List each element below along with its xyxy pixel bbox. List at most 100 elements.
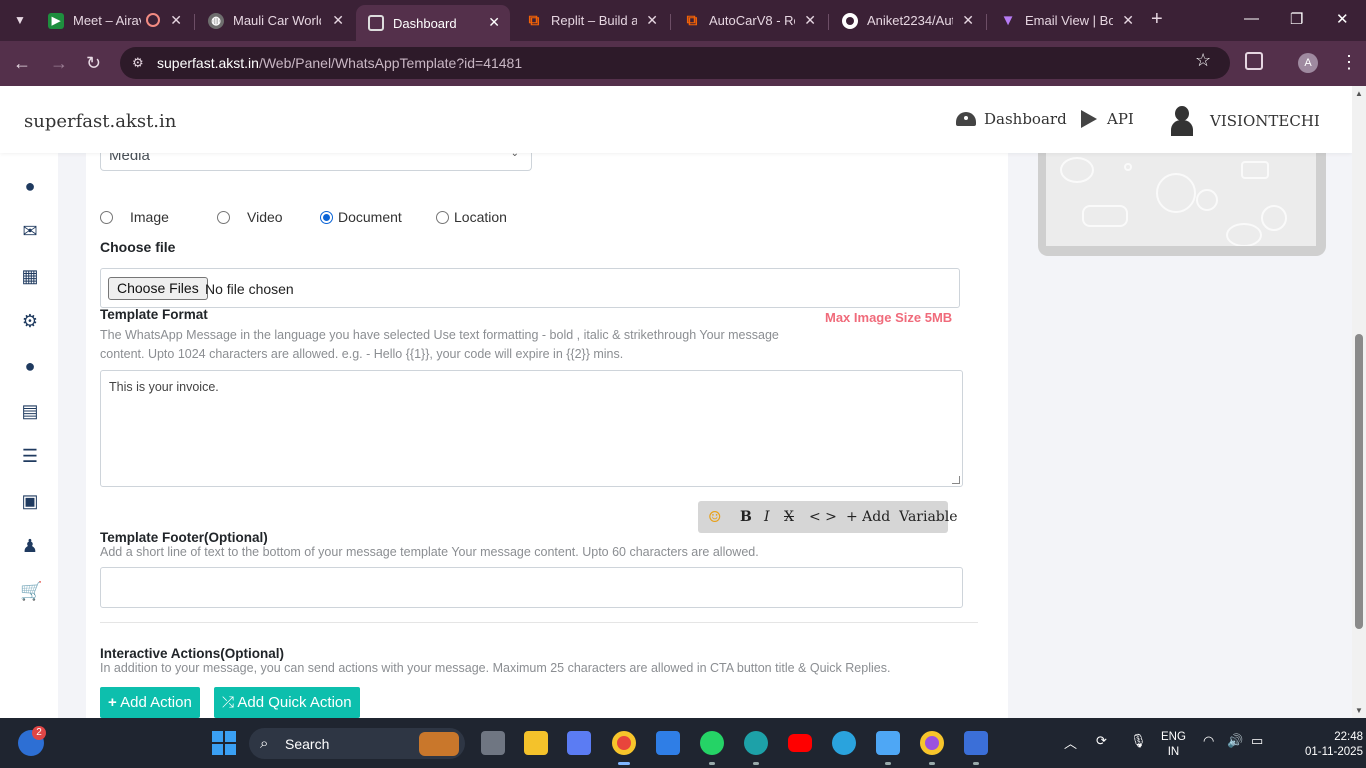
user-icon[interactable]: ● xyxy=(20,177,40,195)
template-footer-input[interactable] xyxy=(100,567,963,608)
close-tab-icon[interactable]: ✕ xyxy=(646,12,658,29)
new-tab-icon[interactable]: + xyxy=(1151,9,1163,29)
list-icon[interactable]: ☰ xyxy=(20,447,40,465)
user-name: VISIONTECHI xyxy=(1210,112,1320,130)
bold-button[interactable]: B xyxy=(740,509,752,525)
microphone-icon[interactable]: 🎙 xyxy=(1130,733,1147,749)
scroll-down-arrow-icon[interactable]: ▼ xyxy=(1355,706,1363,715)
building-icon[interactable]: ▦ xyxy=(20,267,40,285)
back-arrow-icon[interactable]: ← xyxy=(13,53,31,74)
profile-avatar[interactable]: A xyxy=(1298,53,1318,73)
chrome-icon[interactable] xyxy=(612,731,636,755)
close-tab-icon[interactable]: ✕ xyxy=(1122,12,1134,29)
show-hidden-icons-chevron-icon[interactable]: ︿ xyxy=(1064,733,1077,752)
forward-arrow-icon[interactable]: → xyxy=(50,53,68,74)
radio-circle[interactable] xyxy=(436,210,449,224)
sync-icon[interactable]: ⟳ xyxy=(1096,733,1107,749)
tab-github[interactable]: Aniket2234/Auto ✕ xyxy=(830,6,984,35)
page-scrollbar[interactable]: ▲ ▼ xyxy=(1352,86,1366,718)
tab-dashboard[interactable]: Dashboard ✕ xyxy=(356,5,510,41)
battery-icon[interactable]: ▭ xyxy=(1251,733,1263,749)
tab-separator xyxy=(194,14,195,30)
microsoft-store-icon[interactable] xyxy=(656,731,680,755)
scroll-up-arrow-icon[interactable]: ▲ xyxy=(1355,89,1363,98)
close-window-icon[interactable]: ✕ xyxy=(1336,10,1349,28)
clock-date: 01-11-2025 xyxy=(1305,746,1363,758)
template-body-textarea[interactable]: This is your invoice. xyxy=(100,370,963,487)
tab-autocarv8[interactable]: ⧉ AutoCarV8 - Rep ✕ xyxy=(672,6,826,35)
bookmark-star-icon[interactable]: ☆ xyxy=(1195,50,1211,71)
add-quick-action-label: Add Quick Action xyxy=(237,694,352,711)
italic-button[interactable]: I xyxy=(764,509,770,525)
chrome-profile-icon[interactable] xyxy=(920,731,944,755)
radio-circle-checked[interactable] xyxy=(320,210,333,224)
system-clock[interactable]: 22:48 01-11-2025 xyxy=(1305,730,1363,760)
nav-api-label: API xyxy=(1107,110,1134,128)
telegram-icon[interactable] xyxy=(832,731,856,755)
brand-logo-text[interactable]: superfast.akst.in xyxy=(24,111,176,132)
close-tab-icon[interactable]: ✕ xyxy=(488,14,500,31)
choose-files-button[interactable]: Choose Files xyxy=(108,277,208,300)
file-status: No file chosen xyxy=(205,281,294,297)
windows-start-icon[interactable] xyxy=(212,731,236,755)
task-view-icon[interactable] xyxy=(481,731,505,755)
resize-handle[interactable] xyxy=(952,476,960,484)
users-icon[interactable]: ● xyxy=(20,357,40,375)
shopping-cart-icon[interactable]: 🛒 xyxy=(20,582,42,600)
radio-location[interactable]: Location xyxy=(436,209,507,225)
add-action-button[interactable]: + Add Action xyxy=(100,687,200,718)
browser-menu-icon[interactable]: ⋮ xyxy=(1340,52,1358,73)
whatsapp-icon[interactable] xyxy=(700,731,724,755)
language-indicator[interactable]: ENG IN xyxy=(1161,730,1186,760)
notepad-icon[interactable] xyxy=(876,731,900,755)
minimize-icon[interactable]: — xyxy=(1244,10,1259,27)
close-tab-icon[interactable]: ✕ xyxy=(962,12,974,29)
tab-search-chevron-icon[interactable]: ▼ xyxy=(8,8,32,32)
copilot-icon[interactable] xyxy=(567,731,591,755)
user-tie-icon[interactable]: ♟ xyxy=(20,537,40,555)
tab-mauli-car-world[interactable]: ◍ Mauli Car World ✕ xyxy=(196,6,354,35)
radio-circle[interactable] xyxy=(100,210,113,224)
remote-desktop-icon[interactable] xyxy=(964,731,988,755)
radio-video[interactable]: Video xyxy=(217,209,283,225)
play-icon xyxy=(1081,110,1097,128)
address-bar[interactable]: ⚙ superfast.akst.in/Web/Panel/WhatsAppTe… xyxy=(120,47,1230,79)
close-tab-icon[interactable]: ✕ xyxy=(804,12,816,29)
wifi-icon[interactable]: ◠ xyxy=(1203,733,1214,749)
nav-api-link[interactable]: API xyxy=(1081,110,1134,128)
edge-icon[interactable] xyxy=(744,731,768,755)
site-settings-icon[interactable]: ⚙ xyxy=(132,55,148,71)
file-input[interactable]: Choose Files No file chosen xyxy=(100,268,960,308)
running-app-indicator xyxy=(929,762,935,765)
add-quick-action-button[interactable]: ⤮ Add Quick Action xyxy=(214,687,360,718)
extensions-icon[interactable] xyxy=(1245,52,1263,70)
replit-icon: ⧉ xyxy=(686,12,698,29)
restore-icon[interactable]: ❐ xyxy=(1290,10,1303,28)
youtube-icon[interactable] xyxy=(788,734,812,752)
code-button[interactable]: < > xyxy=(809,509,837,525)
user-menu[interactable]: VISIONTECHI xyxy=(1170,106,1320,136)
nav-dashboard-link[interactable]: Dashboard xyxy=(956,110,1067,128)
emoji-icon[interactable]: ☺ xyxy=(708,508,721,526)
close-tab-icon[interactable]: ✕ xyxy=(170,12,182,29)
envelope-open-icon[interactable]: ✉ xyxy=(20,222,40,240)
tab-meet[interactable]: ▶ Meet – Airav ✕ xyxy=(36,6,192,35)
tab-email-view[interactable]: ▼ Email View | Boo ✕ xyxy=(988,6,1144,35)
doodle-shape xyxy=(1196,189,1218,211)
close-tab-icon[interactable]: ✕ xyxy=(332,12,344,29)
volume-icon[interactable]: 🔊 xyxy=(1227,733,1243,749)
reload-icon[interactable]: ↻ xyxy=(86,53,101,74)
phone-preview-frame xyxy=(1038,153,1326,256)
scrollbar-thumb[interactable] xyxy=(1355,334,1363,629)
server-icon[interactable]: ▤ xyxy=(20,402,40,420)
tab-replit[interactable]: ⧉ Replit – Build ap ✕ xyxy=(514,6,668,35)
add-variable-button[interactable]: + Add Variable xyxy=(846,509,958,525)
radio-document[interactable]: Document xyxy=(320,209,402,225)
taskbar-search[interactable]: ⌕ Search xyxy=(249,728,465,759)
strikethrough-button[interactable]: X xyxy=(784,509,794,525)
radio-circle[interactable] xyxy=(217,210,230,224)
briefcase-icon[interactable]: ▣ xyxy=(20,492,40,510)
file-explorer-icon[interactable] xyxy=(524,731,548,755)
cogs-icon[interactable]: ⚙ xyxy=(20,312,40,330)
radio-image[interactable]: Image xyxy=(100,209,169,225)
